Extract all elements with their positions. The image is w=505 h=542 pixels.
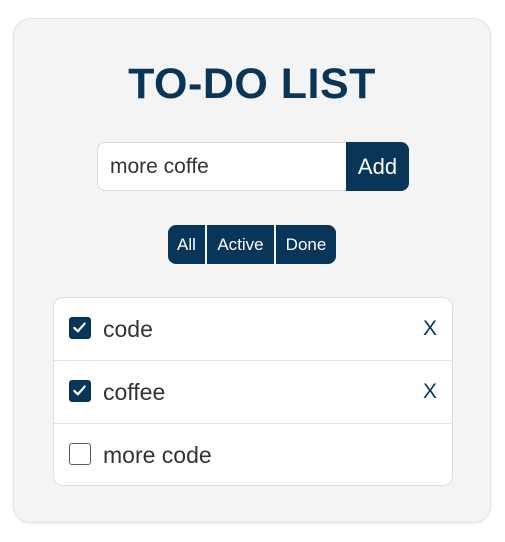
filter-done-button[interactable]: Done [276,225,336,264]
page-title: TO-DO LIST [128,60,376,108]
todo-label: code [103,316,153,342]
filter-active-button[interactable]: Active [207,225,274,264]
checkmark-icon [73,322,86,333]
todo-label: more code [103,442,212,468]
todo-item: code X [54,298,452,361]
add-todo-form: Add [97,142,409,191]
todo-card: TO-DO LIST Add All Active Done code X co… [13,18,491,523]
delete-button[interactable]: X [423,298,437,360]
checkmark-icon [73,385,86,396]
todo-list: code X coffee X more code [53,297,453,486]
add-button[interactable]: Add [346,142,409,191]
todo-checkbox[interactable] [69,317,91,339]
todo-item: more code [54,424,452,485]
todo-item: coffee X [54,361,452,424]
filter-group: All Active Done [168,225,336,264]
todo-label: coffee [103,379,166,405]
todo-checkbox[interactable] [69,380,91,402]
delete-button[interactable]: X [423,361,437,423]
filter-all-button[interactable]: All [168,225,205,264]
todo-checkbox[interactable] [69,443,91,465]
todo-input[interactable] [97,142,345,191]
